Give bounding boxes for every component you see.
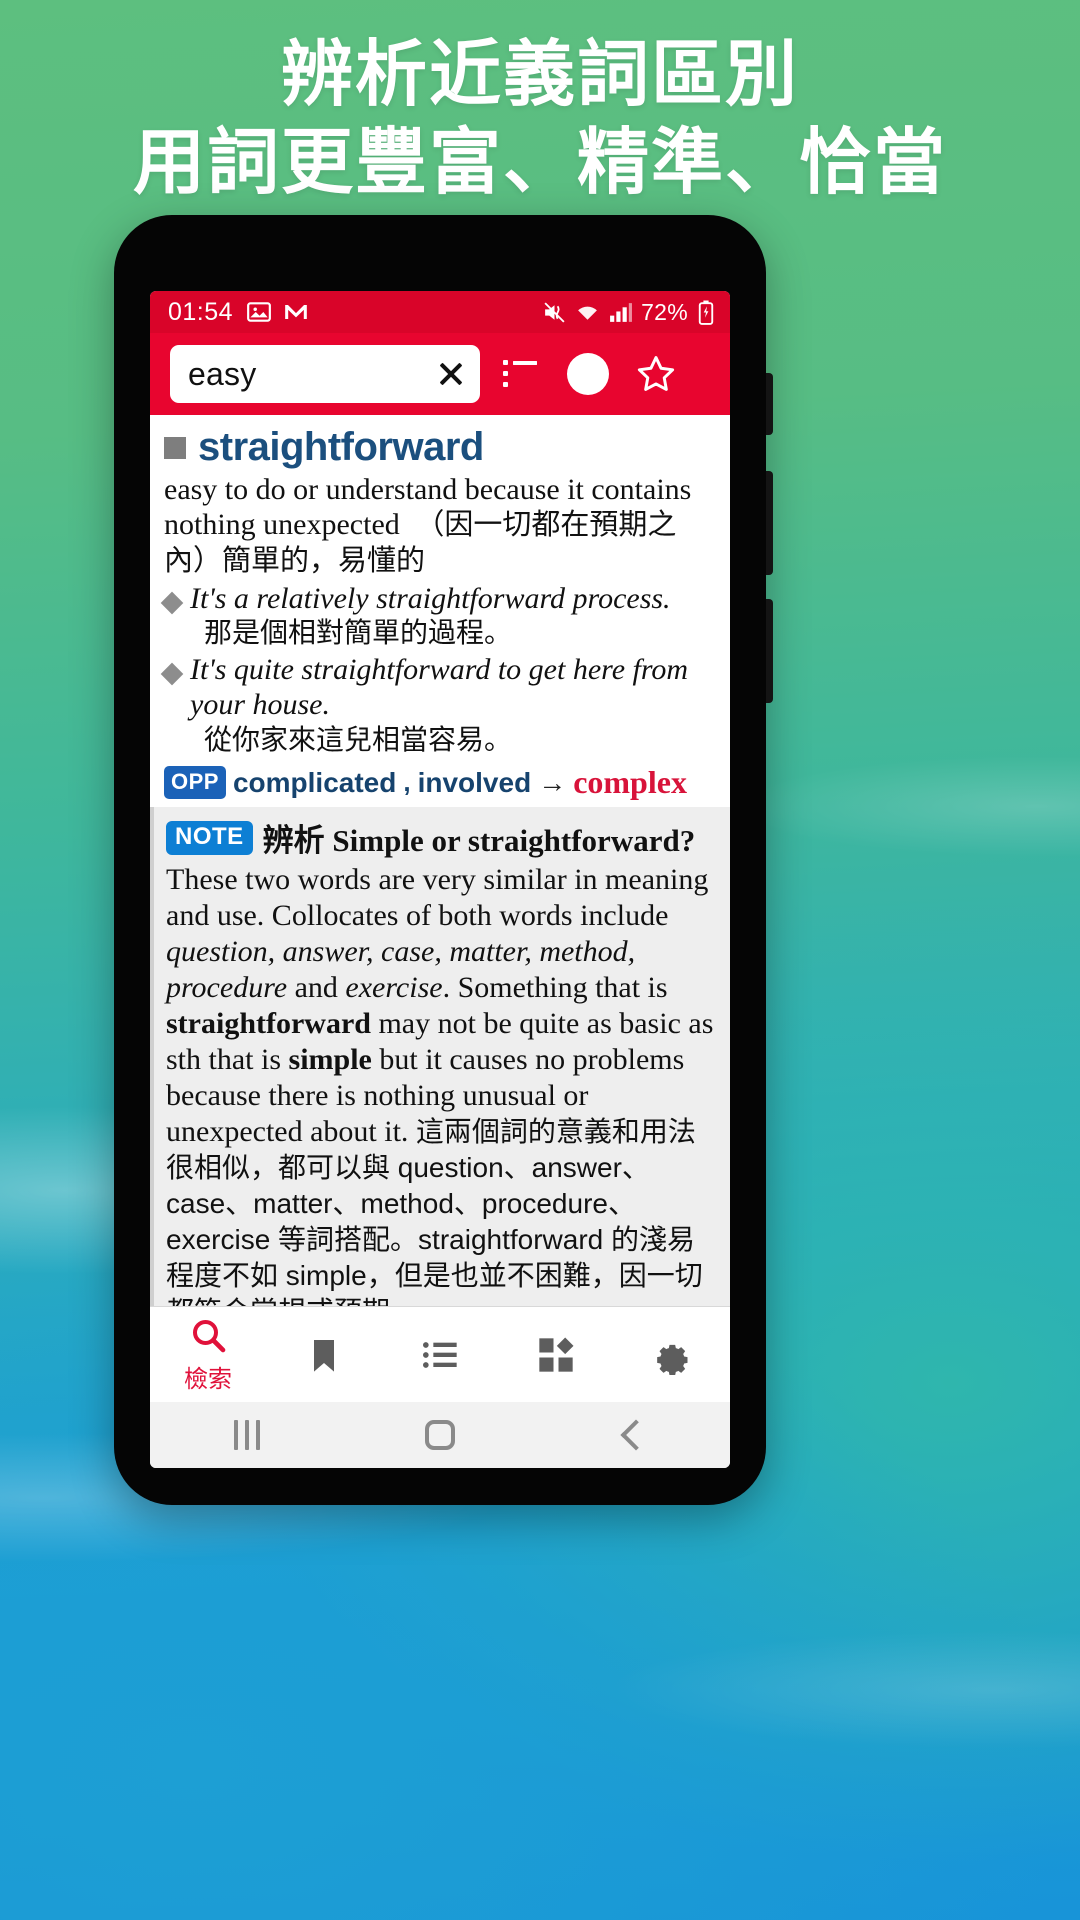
battery-percent: 72% (641, 298, 688, 325)
search-field[interactable]: easy (170, 345, 480, 403)
clear-icon[interactable] (434, 357, 468, 391)
image-icon (246, 299, 272, 325)
cross-reference-link[interactable]: complex (573, 764, 687, 801)
entry-headword-row: straightforward (164, 425, 718, 470)
nav-item-settings[interactable] (614, 1335, 730, 1375)
search-toolbar: easy (150, 333, 730, 415)
note-body-part-2: and (287, 971, 346, 1005)
example-chinese: 從你家來這兒相當容易。 (204, 723, 513, 755)
note-header: NOTE 辨析 Simple or straightforward? (166, 815, 718, 860)
signal-icon (608, 300, 633, 325)
bookmark-icon (304, 1335, 344, 1375)
nav-item-search[interactable]: 檢索 (150, 1315, 266, 1394)
opp-word-2[interactable]: involved (418, 767, 532, 799)
example-row: It's quite straightforward to get here f… (160, 652, 718, 723)
list-icon (420, 1335, 460, 1375)
wifi-icon (575, 300, 600, 325)
home-button[interactable] (343, 1420, 536, 1450)
list-icon (503, 360, 537, 387)
home-icon (424, 1420, 455, 1450)
example-chinese: 那是個相對簡單的過程。 (204, 617, 513, 649)
entry-headword[interactable]: straightforward (198, 425, 484, 470)
status-clock: 01:54 (168, 297, 234, 326)
note-title: 辨析 Simple or straightforward? (263, 815, 696, 860)
example-row: It's a relatively straightforward proces… (160, 581, 718, 616)
opp-badge: OPP (164, 766, 226, 800)
android-navigation-bar (150, 1402, 730, 1468)
note-collocates-2: exercise (345, 971, 443, 1005)
nav-item-apps[interactable] (498, 1335, 614, 1375)
apps-grid-icon (536, 1335, 576, 1375)
phone-screen: 01:54 72% easy straightforward easy to d… (150, 291, 730, 1468)
toolbar-record-button[interactable] (554, 342, 622, 406)
nav-item-bookmark[interactable] (266, 1335, 382, 1375)
opposite-row: OPP complicated , involved → complex (164, 764, 718, 801)
toolbar-favorite-button[interactable] (622, 342, 690, 406)
phone-mockup: 01:54 72% easy straightforward easy to d… (114, 215, 773, 1505)
entry-definition: easy to do or understand because it cont… (164, 472, 718, 579)
note-keyword-2: simple (288, 1043, 372, 1077)
example-english: It's quite straightforward to get here f… (190, 652, 689, 722)
phone-side-button-bottom (766, 599, 773, 703)
recents-icon (233, 1420, 260, 1450)
search-input[interactable]: easy (188, 356, 434, 393)
gear-icon (652, 1335, 692, 1375)
search-icon (188, 1315, 228, 1355)
mute-vibrate-icon (542, 300, 567, 325)
record-circle-icon (567, 353, 609, 395)
back-button[interactable] (537, 1419, 730, 1451)
bottom-navigation: 檢索 (150, 1306, 730, 1402)
nav-label-search: 檢索 (184, 1366, 232, 1393)
note-title-chinese: 辨析 (262, 823, 325, 859)
headline-line-2: 用詞更豐富、精準、恰當 (132, 122, 947, 203)
back-icon (620, 1419, 652, 1451)
dictionary-content[interactable]: straightforward easy to do or understand… (150, 415, 730, 1306)
headline-line-1: 辨析近義詞區別 (280, 35, 799, 115)
gmail-icon (283, 299, 309, 325)
opp-word-1[interactable]: complicated (233, 767, 396, 799)
nav-item-list[interactable] (382, 1335, 498, 1375)
dictionary-entry: straightforward easy to do or understand… (150, 415, 730, 801)
star-icon (635, 353, 677, 395)
arrow-icon: → (538, 766, 567, 798)
phone-side-button-middle (766, 471, 773, 575)
note-keyword-1: straightforward (166, 1007, 371, 1041)
battery-icon (696, 300, 716, 325)
opp-separator: , (403, 767, 411, 798)
diamond-bullet-icon (160, 662, 184, 686)
promo-headline: 辨析近義詞區別 用詞更豐富、精準、恰當 (0, 32, 1080, 208)
status-bar: 01:54 72% (150, 291, 730, 333)
note-title-english: Simple or straightforward? (332, 823, 696, 859)
square-bullet-icon (164, 436, 186, 459)
note-body: These two words are very similar in mean… (166, 862, 718, 1306)
diamond-bullet-icon (160, 591, 184, 615)
example-english: It's a relatively straightforward proces… (190, 581, 671, 615)
toolbar-list-button[interactable] (486, 342, 554, 406)
note-body-part-3: . Something that is (442, 971, 668, 1005)
note-body-part-1: These two words are very similar in mean… (166, 863, 709, 933)
note-box: NOTE 辨析 Simple or straightforward? These… (150, 807, 730, 1306)
phone-side-button-top (766, 373, 773, 435)
recents-button[interactable] (150, 1420, 343, 1450)
note-badge: NOTE (166, 820, 253, 855)
